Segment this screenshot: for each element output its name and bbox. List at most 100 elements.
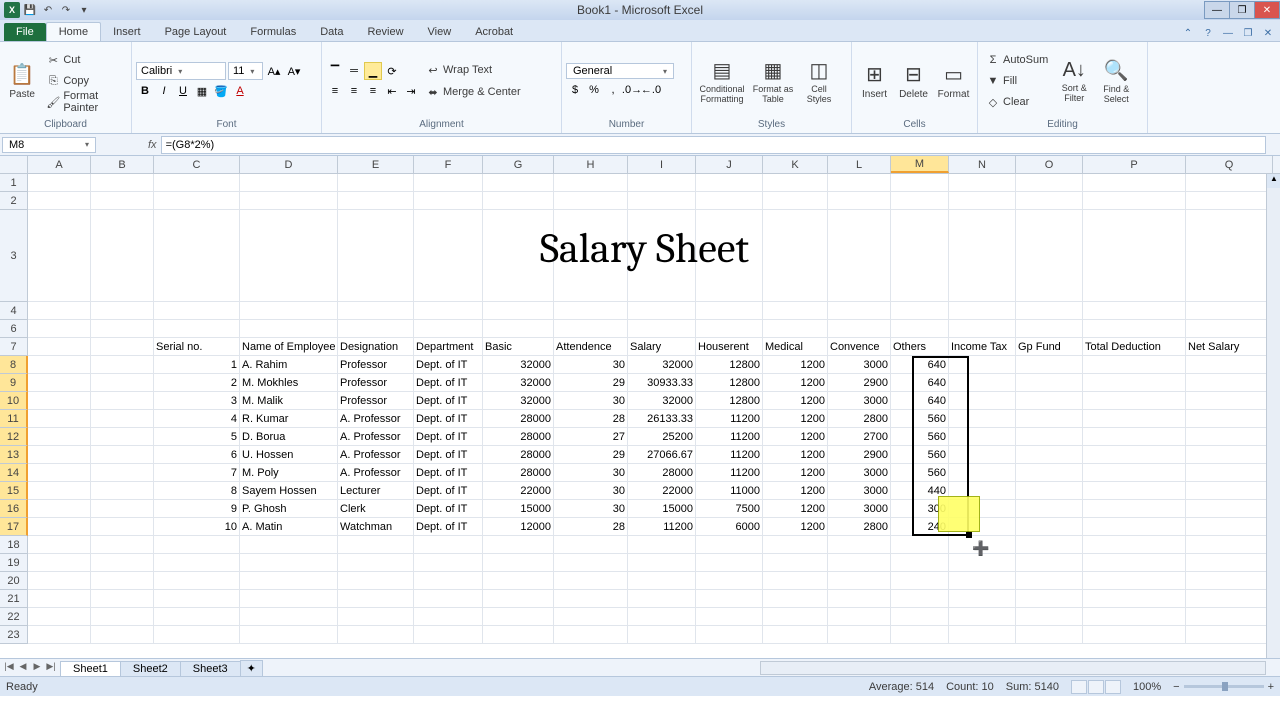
cell[interactable] [154,536,240,554]
cell[interactable] [240,320,338,338]
cell[interactable] [483,320,554,338]
cell[interactable] [763,572,828,590]
cell[interactable] [1083,500,1186,518]
cell[interactable] [154,210,240,302]
cell[interactable]: 1200 [763,500,828,518]
row-header[interactable]: 1 [0,174,28,192]
cell[interactable] [240,192,338,210]
cell[interactable] [28,356,91,374]
cell[interactable] [338,572,414,590]
cell[interactable] [483,554,554,572]
cell[interactable] [949,554,1016,572]
decrease-indent-icon[interactable]: ⇤ [383,82,401,100]
cell[interactable] [1186,572,1273,590]
cell[interactable] [91,482,154,500]
cell[interactable]: Net Salary [1186,338,1273,356]
cell[interactable]: 27066.67 [628,446,696,464]
cell[interactable] [1016,174,1083,192]
cell[interactable]: 28000 [483,446,554,464]
cut-button[interactable]: ✂Cut [42,50,127,70]
increase-indent-icon[interactable]: ⇥ [402,82,420,100]
review-tab[interactable]: Review [355,23,415,41]
cell[interactable] [763,320,828,338]
col-header-L[interactable]: L [828,156,891,173]
cell[interactable]: Dept. of IT [414,374,483,392]
cell[interactable] [483,192,554,210]
cell[interactable] [28,482,91,500]
cell[interactable] [628,608,696,626]
help-icon[interactable]: ? [1200,25,1216,41]
fill-button[interactable]: ▼Fill [982,71,1052,91]
cell[interactable]: A. Professor [338,410,414,428]
cell[interactable] [28,500,91,518]
align-bottom-icon[interactable]: ▁ [364,62,382,80]
cell[interactable] [949,356,1016,374]
row-header[interactable]: 10 [0,392,28,410]
cell[interactable]: Professor [338,392,414,410]
sheet-next-icon[interactable]: ▶ [30,661,44,675]
home-tab[interactable]: Home [46,22,101,41]
cell[interactable]: Designation [338,338,414,356]
cell[interactable]: 30 [554,464,628,482]
cell[interactable]: 3 [154,392,240,410]
cell[interactable] [414,210,483,302]
cell[interactable]: D. Borua [240,428,338,446]
cell[interactable]: A. Professor [338,446,414,464]
cell[interactable]: 1200 [763,356,828,374]
cell[interactable] [949,174,1016,192]
cell[interactable]: P. Ghosh [240,500,338,518]
cell[interactable] [763,626,828,644]
cell[interactable] [414,174,483,192]
cell[interactable] [28,320,91,338]
cell[interactable]: 560 [891,446,949,464]
cell[interactable] [154,174,240,192]
cell[interactable] [414,536,483,554]
cell[interactable]: Dept. of IT [414,410,483,428]
cell[interactable]: Dept. of IT [414,446,483,464]
cell[interactable] [1186,192,1273,210]
cell[interactable] [28,174,91,192]
col-header-F[interactable]: F [414,156,483,173]
cell[interactable]: 30 [554,356,628,374]
find-select-button[interactable]: 🔍Find & Select [1096,48,1136,114]
cell[interactable] [1083,590,1186,608]
cell[interactable] [91,446,154,464]
cell[interactable] [240,174,338,192]
cell[interactable]: Others [891,338,949,356]
row-header[interactable]: 6 [0,320,28,338]
cell[interactable] [1016,374,1083,392]
cell[interactable] [28,608,91,626]
decrease-decimal-icon[interactable]: ←.0 [642,81,660,99]
cell[interactable]: 11200 [696,464,763,482]
cell[interactable]: 32000 [483,392,554,410]
cell[interactable] [828,174,891,192]
cell[interactable] [828,608,891,626]
cell[interactable]: 560 [891,428,949,446]
cell[interactable] [483,174,554,192]
cell[interactable] [1016,428,1083,446]
underline-button[interactable]: U [174,82,192,100]
cell[interactable] [1083,210,1186,302]
fill-handle[interactable] [966,532,972,538]
cell[interactable] [891,608,949,626]
cell[interactable] [828,192,891,210]
cell[interactable] [628,320,696,338]
cell[interactable]: Dept. of IT [414,392,483,410]
cell[interactable] [154,320,240,338]
cell[interactable]: A. Rahim [240,356,338,374]
cell[interactable] [1083,428,1186,446]
cell[interactable] [1083,554,1186,572]
cell[interactable] [1186,392,1273,410]
cell[interactable] [414,590,483,608]
cell[interactable] [1186,174,1273,192]
zoom-in-button[interactable]: + [1268,681,1274,693]
cell[interactable]: 7500 [696,500,763,518]
cell[interactable]: 11000 [696,482,763,500]
cell[interactable]: 1200 [763,482,828,500]
cell[interactable] [696,608,763,626]
cell[interactable] [891,210,949,302]
cell[interactable] [240,302,338,320]
cell[interactable] [1186,590,1273,608]
cell[interactable] [338,302,414,320]
merge-center-button[interactable]: ⬌Merge & Center [422,82,525,102]
